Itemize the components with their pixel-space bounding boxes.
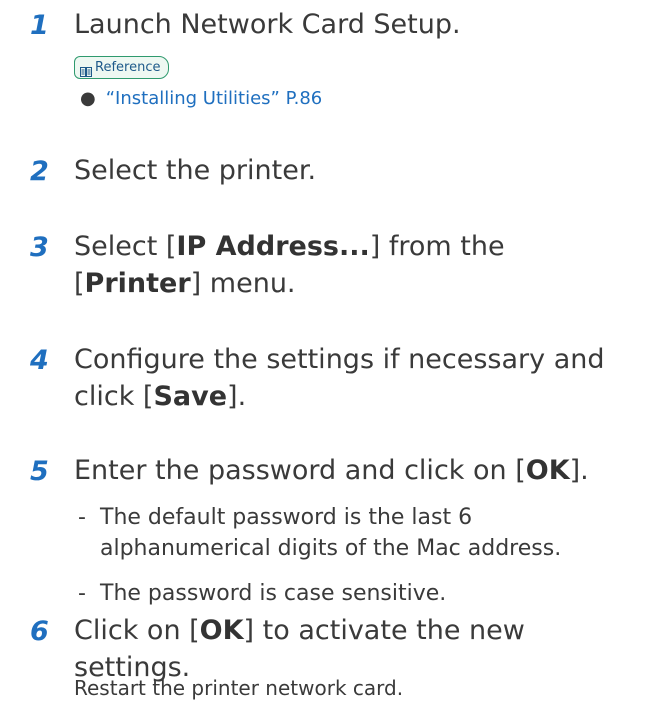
step-5-text: Enter the password and click on [OK].: [74, 455, 589, 486]
step-5-number: 5: [30, 456, 49, 487]
reference-link-line: ● “Installing Utilities” P.86: [80, 88, 322, 109]
ok-button-label-2: OK: [199, 615, 244, 646]
step-4-text: Configure the settings if necessary and …: [74, 341, 605, 415]
step-3-number: 3: [30, 232, 49, 263]
book-icon: [80, 63, 92, 77]
step-4-line-2: click [Save].: [74, 381, 247, 412]
printer-menu: Printer: [84, 268, 191, 299]
step-6-number: 6: [30, 616, 49, 647]
step-2-number: 2: [30, 156, 49, 187]
step-4-number: 4: [30, 345, 49, 376]
step-1-number: 1: [30, 10, 49, 41]
step-2-text: Select the printer.: [74, 155, 317, 186]
step-6-line-1: Click on [OK] to activate the new: [74, 615, 525, 646]
reference-label: Reference: [95, 60, 161, 75]
installing-utilities-link[interactable]: “Installing Utilities” P.86: [106, 88, 323, 109]
step-3-text: Select [IP Address...] from the [Printer…: [74, 228, 505, 302]
step-3-line-2: [Printer] menu.: [74, 268, 296, 299]
step-6-subtext: Restart the printer network card.: [74, 676, 404, 700]
step-3-line-1: Select [IP Address...] from the: [74, 231, 505, 262]
save-button-label: Save: [153, 381, 228, 412]
note-case-sensitive: - The password is case sensitive.: [78, 581, 447, 606]
step-4-line-1: Configure the settings if necessary and: [74, 344, 605, 375]
ip-address-menu-item: IP Address...: [176, 231, 370, 262]
ok-button-label: OK: [525, 455, 570, 486]
step-1-text: Launch Network Card Setup.: [74, 9, 461, 40]
reference-badge: Reference: [74, 56, 170, 79]
step-6-text: Click on [OK] to activate the new settin…: [74, 612, 525, 686]
bullet-icon: ●: [80, 88, 96, 109]
note-default-password: - The default password is the last 6 alph…: [78, 505, 562, 561]
